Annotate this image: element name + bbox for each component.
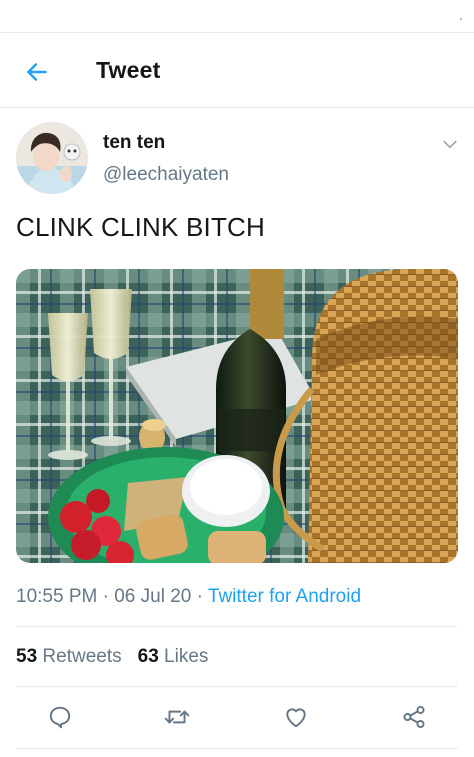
tweet-text: CLINK CLINK BITCH (16, 212, 266, 242)
user-handle[interactable]: @leechaiyaten (103, 164, 229, 186)
reply-button[interactable] (43, 700, 77, 734)
status-indicator (460, 18, 462, 20)
divider (16, 626, 458, 627)
chevron-down-icon[interactable] (440, 134, 460, 154)
share-button[interactable] (397, 700, 431, 734)
retweets-count: 53 (16, 646, 38, 667)
reply-icon (49, 706, 71, 729)
avatar[interactable] (16, 122, 88, 194)
tweet-meta: 10:55 PM · 06 Jul 20 · Twitter for Andro… (16, 586, 361, 608)
tweet-photo[interactable] (16, 269, 458, 563)
likes-stat[interactable]: 63 Likes (138, 646, 209, 667)
like-button[interactable] (279, 700, 313, 734)
retweets-stat[interactable]: 53 Retweets (16, 646, 122, 667)
heart-icon (286, 708, 306, 728)
back-button[interactable] (20, 55, 54, 89)
tweet-source-link[interactable]: Twitter for Android (208, 586, 361, 607)
likes-count: 63 (137, 646, 159, 667)
tweet-author: ten ten @leechaiyaten (0, 108, 474, 196)
page-title: Tweet (96, 57, 161, 83)
avatar-image (16, 122, 88, 194)
tweet-time: 10:55 PM (16, 586, 98, 607)
divider (16, 748, 458, 749)
retweet-icon (164, 710, 190, 724)
retweets-label: Retweets (42, 646, 122, 667)
meta-separator: · (196, 586, 203, 607)
divider (16, 686, 458, 687)
likes-label: Likes (164, 646, 209, 667)
meta-separator: · (102, 586, 109, 607)
tweet-date: 06 Jul 20 (114, 586, 192, 607)
display-name[interactable]: ten ten (103, 132, 165, 154)
top-app-bar: Tweet (0, 33, 474, 108)
arrow-left-icon (27, 63, 47, 81)
status-bar (0, 0, 474, 33)
tweet-stats: 53 Retweets 63 Likes (16, 646, 208, 668)
retweet-button[interactable] (160, 700, 194, 734)
share-icon (403, 705, 425, 729)
picnic-photo (16, 269, 458, 563)
tweet-actions (0, 700, 474, 734)
